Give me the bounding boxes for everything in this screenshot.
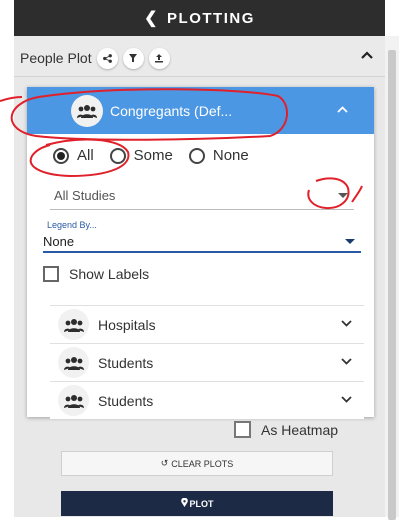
people-group-icon <box>58 347 89 378</box>
as-heatmap-label: As Heatmap <box>261 421 339 438</box>
caret-down-icon[interactable] <box>338 193 348 198</box>
clear-plots-button[interactable]: ↺ CLEAR PLOTS <box>61 451 333 476</box>
radio-unchecked-icon[interactable] <box>188 147 205 164</box>
plot-label: PLOT <box>189 498 214 509</box>
people-group-icon <box>58 385 89 416</box>
radio-none[interactable]: None <box>188 147 249 164</box>
checkbox-icon[interactable] <box>234 421 251 438</box>
group-header[interactable]: Congregants (Def... <box>27 87 374 134</box>
undo-icon: ↺ <box>160 458 169 468</box>
upload-icon[interactable] <box>148 47 170 69</box>
sub-group-title: Hospitals <box>98 316 156 333</box>
legend-by-value: None <box>43 234 75 249</box>
group-title: Congregants (Def... <box>110 102 233 119</box>
show-labels-toggle[interactable]: Show Labels <box>43 266 149 282</box>
radio-checked-icon[interactable] <box>53 147 69 164</box>
group-card-congregants: Congregants (Def... All Some None All St… <box>27 87 374 419</box>
radio-some[interactable]: Some <box>109 147 173 164</box>
clear-plots-label: CLEAR PLOTS <box>171 458 234 469</box>
studies-select-value: All Studies <box>54 188 116 203</box>
chevron-left-icon[interactable]: ❮ <box>144 8 159 28</box>
show-labels-label: Show Labels <box>69 266 150 282</box>
as-heatmap-toggle[interactable]: As Heatmap <box>234 421 338 438</box>
sub-group-title: Students <box>98 392 154 409</box>
chevron-down-icon[interactable] <box>341 394 352 406</box>
radio-some-label: Some <box>133 147 173 164</box>
chevron-down-icon[interactable] <box>341 356 352 368</box>
checkbox-icon[interactable] <box>43 266 59 282</box>
sub-group-students[interactable]: Students <box>50 343 364 381</box>
sub-group-hospitals[interactable]: Hospitals <box>50 305 364 343</box>
caret-down-icon[interactable] <box>345 239 355 244</box>
legend-by-label: Legend By... <box>47 220 97 230</box>
plot-button[interactable]: PLOT <box>61 491 333 516</box>
radio-unchecked-icon[interactable] <box>109 147 126 164</box>
legend-by-select[interactable]: Legend By... None <box>43 217 361 253</box>
people-plot-row[interactable]: People Plot <box>14 40 385 77</box>
sub-group-title: Students <box>98 354 154 371</box>
chevron-up-icon[interactable] <box>361 46 373 64</box>
studies-select[interactable]: All Studies <box>50 185 354 210</box>
people-plot-label: People Plot <box>20 50 92 66</box>
filter-icon[interactable] <box>122 47 144 69</box>
people-group-icon <box>58 309 89 340</box>
panel-header: ❮ PLOTTING <box>14 0 385 36</box>
selection-radio-group: All Some None <box>53 147 265 164</box>
radio-none-label: None <box>212 147 249 164</box>
scrollbar-thumb[interactable] <box>388 50 396 520</box>
radio-all[interactable]: All <box>53 147 94 164</box>
chevron-up-icon[interactable] <box>337 101 348 116</box>
plotting-panel: ❮ PLOTTING People Plot Congregants (Def.… <box>14 0 385 517</box>
panel-title: PLOTTING <box>167 9 255 27</box>
people-group-icon <box>71 94 103 127</box>
scrollbar[interactable] <box>385 36 399 520</box>
radio-all-label: All <box>77 147 94 164</box>
map-pin-icon <box>180 497 188 509</box>
sub-group-students-2[interactable]: Students <box>50 381 364 419</box>
chevron-down-icon[interactable] <box>341 318 352 330</box>
share-nodes-icon[interactable] <box>96 47 118 69</box>
